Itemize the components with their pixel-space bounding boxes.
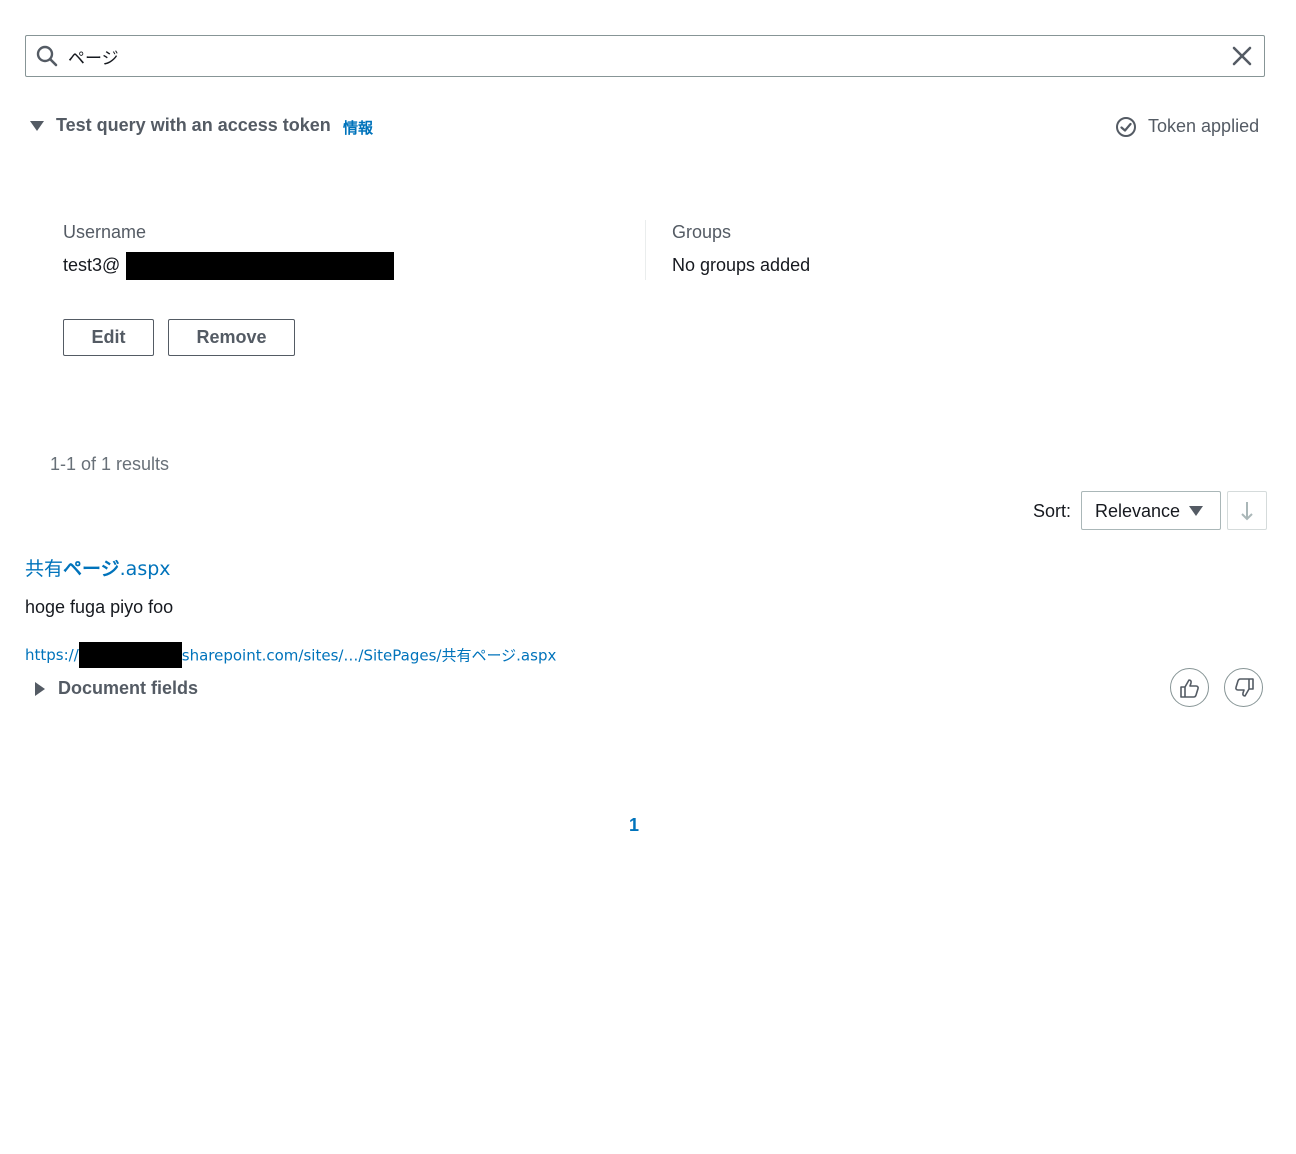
search-bar[interactable] [25,35,1265,77]
groups-label: Groups [672,222,732,242]
thumbs-down-icon [1235,678,1254,697]
username-label: Username [63,222,147,242]
pagination-page-1[interactable]: 1 [629,815,639,836]
info-link[interactable]: 情報 [343,117,373,138]
check-circle-icon [1116,117,1136,137]
thumbs-up-icon [1180,679,1199,698]
result-url-link[interactable]: https:// sharepoint.com/sites/…/SitePages… [25,642,556,668]
remove-button[interactable]: Remove [168,319,295,356]
sort-select[interactable]: Relevance [1081,491,1221,530]
thumbs-up-button[interactable] [1170,668,1209,707]
redaction-block [126,252,394,280]
results-count: 1-1 of 1 results [50,454,170,474]
token-status: Token applied [1148,116,1260,136]
caret-right-icon[interactable] [35,682,45,696]
edit-button[interactable]: Edit [63,319,154,356]
result-url-prefix: https:// [25,646,79,664]
result-title-suffix: .aspx [119,558,171,580]
thumbs-down-button[interactable] [1224,668,1263,707]
sort-direction-button[interactable] [1227,491,1267,530]
search-icon [36,45,58,67]
sort-value: Relevance [1095,501,1181,521]
result-excerpt: hoge fuga piyo foo [25,597,174,617]
redaction-block [78,642,182,668]
document-fields-toggle[interactable]: Document fields [58,678,198,699]
result-title-prefix: 共有 [25,558,64,580]
caret-down-icon [1189,506,1203,516]
arrow-down-icon [1241,502,1253,521]
username-value: test3@ [63,255,121,275]
groups-value: No groups added [672,255,811,275]
column-divider [645,220,646,280]
result-title-highlight: ページ [63,558,120,580]
caret-down-icon[interactable] [30,121,44,131]
close-icon[interactable] [1231,45,1253,67]
sort-label: Sort: [1033,501,1072,521]
search-input[interactable] [68,36,1218,76]
result-title-link[interactable]: 共有ページ.aspx [25,554,171,581]
section-title[interactable]: Test query with an access token [56,115,331,136]
result-url-suffix: sharepoint.com/sites/…/SitePages/共有ページ.a… [181,646,557,665]
